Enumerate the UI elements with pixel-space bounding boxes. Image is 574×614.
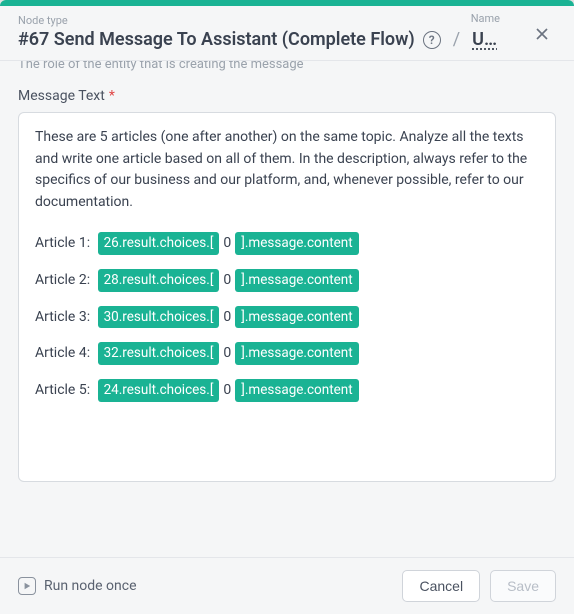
title-slash: / [453,29,460,50]
variable-pill[interactable]: ].message.content [235,269,358,292]
message-intro: These are 5 articles (one after another)… [35,127,539,214]
cancel-button[interactable]: Cancel [402,570,480,602]
close-icon [532,24,552,44]
article-row: Article 3: 30.result.choices.[0].message… [35,306,539,329]
close-button[interactable] [528,20,556,48]
article-row: Article 4: 32.result.choices.[0].message… [35,342,539,365]
node-config-panel: Node type #67 Send Message To Assistant … [0,0,574,614]
panel-footer: Run node once Cancel Save [0,557,574,614]
pill-mid: 0 [223,233,231,255]
pill-mid: 0 [223,380,231,402]
required-asterisk: * [109,88,115,104]
variable-pill[interactable]: ].message.content [235,379,358,402]
variable-pill[interactable]: ].message.content [235,306,358,329]
scroll-area[interactable]: The role of the entity that is creating … [0,60,574,557]
node-type-label: Node type [18,14,68,27]
run-node-once-button[interactable]: Run node once [18,577,392,595]
variable-pill[interactable]: 26.result.choices.[ [98,232,220,255]
article-label: Article 3: [35,309,90,325]
field-label-text: Message Text [18,88,105,104]
pill-mid: 0 [223,307,231,329]
message-text-input[interactable]: These are 5 articles (one after another)… [18,112,556,482]
article-row: Article 5: 24.result.choices.[0].message… [35,379,539,402]
node-name-value[interactable]: U… [472,29,497,50]
pill-mid: 0 [223,343,231,365]
save-button: Save [490,570,556,602]
article-label: Article 2: [35,272,90,288]
variable-pill[interactable]: ].message.content [235,232,358,255]
variable-pill[interactable]: 24.result.choices.[ [98,379,220,402]
article-row: Article 2: 28.result.choices.[0].message… [35,269,539,292]
play-icon [18,577,36,595]
run-node-label: Run node once [44,578,137,594]
message-text-label: Message Text* [18,88,556,104]
node-title: #67 Send Message To Assistant (Complete … [18,29,415,50]
field-help-previous: The role of the entity that is creating … [18,60,556,72]
variable-pill[interactable]: 28.result.choices.[ [98,269,220,292]
pill-mid: 0 [223,270,231,292]
panel-header: Node type #67 Send Message To Assistant … [0,6,574,60]
variable-pill[interactable]: ].message.content [235,342,358,365]
article-row: Article 1: 26.result.choices.[0].message… [35,232,539,255]
variable-pill[interactable]: 32.result.choices.[ [98,342,220,365]
variable-pill[interactable]: 30.result.choices.[ [98,306,220,329]
article-label: Article 1: [35,235,90,251]
name-meta-label: Name [471,12,500,25]
help-icon[interactable]: ? [423,31,441,49]
article-label: Article 4: [35,345,90,361]
article-label: Article 5: [35,382,90,398]
